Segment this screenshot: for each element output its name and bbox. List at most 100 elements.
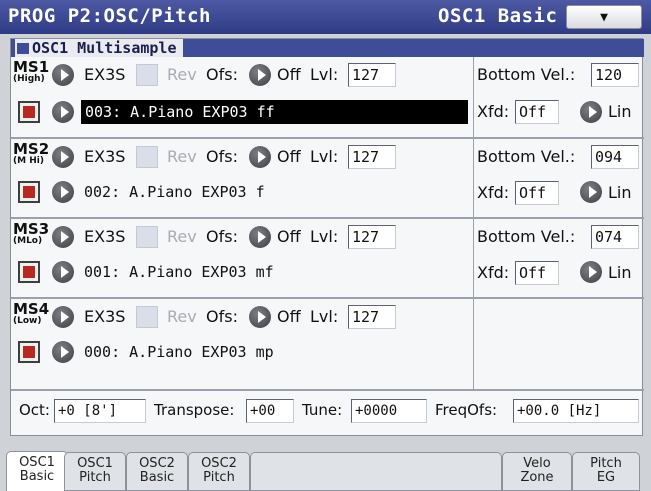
osc1-multisample-panel: OSC1 Multisample MS1 (High) EX3S Rev Ofs… bbox=[10, 38, 644, 436]
offset-label: Ofs: bbox=[206, 65, 238, 84]
bank-select-arrow-icon[interactable] bbox=[52, 306, 74, 328]
transpose-label: Transpose: bbox=[154, 401, 235, 419]
xfade-field[interactable]: Off bbox=[515, 261, 559, 285]
bottom-vel-label: Bottom Vel.: bbox=[477, 147, 576, 166]
offset-label: Ofs: bbox=[206, 307, 238, 326]
offset-label: Ofs: bbox=[206, 147, 238, 166]
xfade-curve-arrow-icon[interactable] bbox=[580, 181, 602, 203]
offset-arrow-icon[interactable] bbox=[249, 306, 271, 328]
freq-offset-field[interactable]: +00.0 [Hz] bbox=[513, 399, 639, 423]
sample-value[interactable]: 000: A.Piano EXP03 mp bbox=[84, 343, 274, 361]
ms-enable-toggle[interactable] bbox=[18, 181, 40, 203]
xfade-field[interactable]: Off bbox=[515, 181, 559, 205]
reverse-label: Rev bbox=[167, 227, 197, 246]
reverse-label: Rev bbox=[167, 65, 197, 84]
xfade-curve-value[interactable]: Lin bbox=[608, 102, 632, 121]
page-tabs: OSC1 Basic OSC1 Pitch OSC2 Basic OSC2 Pi… bbox=[6, 451, 645, 491]
sample-select-arrow-icon[interactable] bbox=[52, 101, 74, 123]
offset-value[interactable]: Off bbox=[277, 227, 301, 246]
sample-value[interactable]: 001: A.Piano EXP03 mf bbox=[84, 263, 274, 281]
tab-osc2-basic[interactable]: OSC2 Basic bbox=[126, 452, 188, 491]
ms1-block: MS1 (High) EX3S Rev Ofs: Off Lvl: 127 Bo… bbox=[11, 57, 644, 137]
pitch-settings-row: Oct: +0 [8'] Transpose: +00 Tune: +0000 … bbox=[11, 389, 644, 431]
tab-spacer bbox=[250, 452, 502, 491]
bottom-vel-label: Bottom Vel.: bbox=[477, 65, 576, 84]
page-title: OSC1 Basic bbox=[438, 5, 558, 27]
tab-osc1-basic[interactable]: OSC1 Basic bbox=[6, 451, 68, 491]
ms-zone: (Low) bbox=[13, 316, 42, 326]
ms2-block: MS2 (M Hi) EX3S Rev Ofs: Off Lvl: 127 Bo… bbox=[11, 137, 644, 217]
sample-select-arrow-icon[interactable] bbox=[52, 261, 74, 283]
mode-title: PROG P2:OSC/Pitch bbox=[8, 5, 211, 27]
sample-field[interactable]: 003: A.Piano EXP03 ff bbox=[81, 100, 468, 124]
bank-select-arrow-icon[interactable] bbox=[52, 64, 74, 86]
sample-select-arrow-icon[interactable] bbox=[52, 181, 74, 203]
offset-value[interactable]: Off bbox=[277, 147, 301, 166]
octave-field[interactable]: +0 [8'] bbox=[54, 399, 146, 423]
xfade-label: Xfd: bbox=[477, 102, 510, 121]
reverse-checkbox[interactable] bbox=[136, 146, 158, 168]
ms3-block: MS3 (MLo) EX3S Rev Ofs: Off Lvl: 127 Bot… bbox=[11, 217, 644, 297]
offset-value[interactable]: Off bbox=[277, 65, 301, 84]
ms-name: MS1 bbox=[13, 58, 50, 76]
reverse-label: Rev bbox=[167, 307, 197, 326]
bottom-vel-field[interactable]: 120 bbox=[591, 63, 639, 87]
offset-arrow-icon[interactable] bbox=[249, 226, 271, 248]
offset-value[interactable]: Off bbox=[277, 307, 301, 326]
level-label: Lvl: bbox=[310, 65, 339, 84]
transpose-field[interactable]: +00 bbox=[246, 399, 294, 423]
offset-arrow-icon[interactable] bbox=[249, 64, 271, 86]
ms-zone: (High) bbox=[13, 74, 45, 84]
sample-select-arrow-icon[interactable] bbox=[52, 341, 74, 363]
bottom-vel-field[interactable]: 074 bbox=[591, 225, 639, 249]
bank-value[interactable]: EX3S bbox=[84, 147, 125, 166]
reverse-checkbox[interactable] bbox=[136, 306, 158, 328]
xfade-curve-value[interactable]: Lin bbox=[608, 183, 632, 202]
freq-offset-label: FreqOfs: bbox=[435, 401, 498, 419]
ms-zone: (M Hi) bbox=[13, 156, 44, 166]
ms-enable-toggle[interactable] bbox=[18, 101, 40, 123]
chevron-down-icon: ▼ bbox=[600, 9, 608, 25]
xfade-curve-arrow-icon[interactable] bbox=[580, 261, 602, 283]
tab-osc1-pitch[interactable]: OSC1 Pitch bbox=[64, 452, 126, 491]
sample-value[interactable]: 002: A.Piano EXP03 f bbox=[84, 183, 265, 201]
ms-name: MS2 bbox=[13, 140, 50, 158]
reverse-label: Rev bbox=[167, 147, 197, 166]
section-header: OSC1 Multisample bbox=[11, 39, 644, 57]
xfade-curve-arrow-icon[interactable] bbox=[580, 101, 602, 123]
octave-label: Oct: bbox=[19, 401, 50, 419]
offset-arrow-icon[interactable] bbox=[249, 146, 271, 168]
bottom-vel-label: Bottom Vel.: bbox=[477, 227, 576, 246]
section-marker-icon bbox=[17, 42, 29, 54]
title-bar: PROG P2:OSC/Pitch OSC1 Basic ▼ bbox=[0, 0, 651, 34]
xfade-field[interactable]: Off bbox=[515, 100, 559, 124]
level-field[interactable]: 127 bbox=[348, 145, 396, 169]
level-label: Lvl: bbox=[310, 227, 339, 246]
bank-select-arrow-icon[interactable] bbox=[52, 146, 74, 168]
section-title: OSC1 Multisample bbox=[32, 39, 177, 57]
tab-pitch-eg[interactable]: Pitch EG bbox=[572, 452, 640, 491]
bank-value[interactable]: EX3S bbox=[84, 227, 125, 246]
bank-value[interactable]: EX3S bbox=[84, 307, 125, 326]
level-field[interactable]: 127 bbox=[348, 225, 396, 249]
ms-enable-toggle[interactable] bbox=[18, 261, 40, 283]
bottom-vel-field[interactable]: 094 bbox=[591, 145, 639, 169]
tab-osc2-pitch[interactable]: OSC2 Pitch bbox=[188, 452, 250, 491]
tune-field[interactable]: +0000 bbox=[351, 399, 427, 423]
page-menu-button[interactable]: ▼ bbox=[566, 5, 642, 29]
bank-select-arrow-icon[interactable] bbox=[52, 226, 74, 248]
ms-zone: (MLo) bbox=[13, 236, 43, 246]
xfade-label: Xfd: bbox=[477, 263, 510, 282]
xfade-curve-value[interactable]: Lin bbox=[608, 263, 632, 282]
tab-velo-zone[interactable]: Velo Zone bbox=[502, 452, 572, 491]
level-field[interactable]: 127 bbox=[348, 305, 396, 329]
ms-enable-toggle[interactable] bbox=[18, 341, 40, 363]
ms-name: MS3 bbox=[13, 220, 50, 238]
level-field[interactable]: 127 bbox=[348, 63, 396, 87]
reverse-checkbox[interactable] bbox=[136, 226, 158, 248]
ms-name: MS4 bbox=[13, 300, 50, 318]
bank-value[interactable]: EX3S bbox=[84, 65, 125, 84]
xfade-label: Xfd: bbox=[477, 183, 510, 202]
reverse-checkbox[interactable] bbox=[136, 64, 158, 86]
level-label: Lvl: bbox=[310, 147, 339, 166]
